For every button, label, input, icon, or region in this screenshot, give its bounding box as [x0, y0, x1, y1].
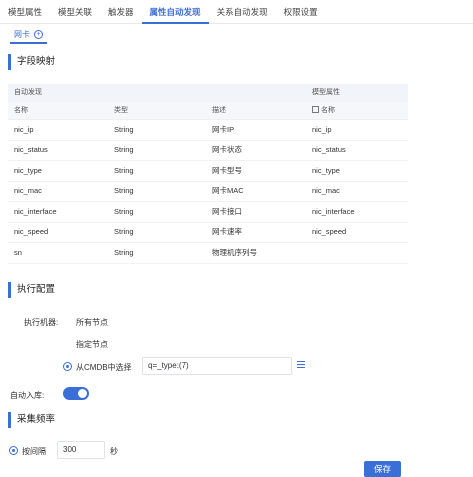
table-row: nic_interface String 网卡接口 nic_interface	[8, 202, 408, 223]
cell-name: nic_speed	[14, 227, 49, 237]
sub-tab-label: 网卡	[14, 29, 30, 39]
cell-type: String	[114, 165, 134, 175]
cell-model-name: nic_interface	[312, 206, 355, 216]
cell-model-name: nic_mac	[312, 186, 340, 196]
tab-model-relations[interactable]: 模型关联	[50, 0, 100, 24]
option-specified-nodes[interactable]: 指定节点	[76, 339, 108, 350]
cell-model-name: nic_ip	[312, 124, 332, 134]
cell-type: String	[114, 247, 134, 257]
tab-permissions[interactable]: 权限设置	[276, 0, 326, 24]
table-header: 名称 类型 描述 名称	[8, 102, 408, 120]
table-row: nic_speed String 网卡速率 nic_speed	[8, 223, 408, 243]
cell-description: 物理机序列号	[212, 247, 257, 257]
edit-icon[interactable]	[312, 106, 319, 113]
option-cmdb-select[interactable]: 从CMDB中选择	[76, 362, 132, 373]
cell-type: String	[114, 206, 134, 216]
plus-circle-icon[interactable]: +	[34, 29, 43, 39]
col-type: 类型	[114, 107, 128, 114]
cell-type: String	[114, 145, 134, 155]
radio-interval[interactable]	[9, 446, 18, 455]
frequency-title: 采集频率	[8, 412, 55, 428]
auto-import-label: 自动入库:	[10, 391, 45, 400]
radio-cmdb-select[interactable]	[63, 362, 72, 371]
tab-relation-auto-discovery[interactable]: 关系自动发现	[209, 0, 276, 24]
cell-description: 网卡型号	[212, 165, 242, 175]
top-tab-bar: 模型属性 模型关联 触发器 属性自动发现 关系自动发现 权限设置	[0, 0, 473, 24]
col-model-name: 名称	[306, 102, 408, 119]
cell-name: nic_ip	[14, 124, 34, 134]
cell-description: 网卡速率	[212, 227, 242, 237]
cell-model-name: nic_status	[312, 145, 346, 155]
cell-name: nic_type	[14, 165, 42, 175]
cell-type: String	[114, 186, 134, 196]
exec-config-title: 执行配置	[8, 282, 55, 298]
cell-description: 网卡MAC	[212, 186, 244, 196]
tab-model-attributes[interactable]: 模型属性	[0, 0, 50, 24]
field-mapping-title: 字段映射	[8, 54, 55, 70]
tab-attribute-auto-discovery[interactable]: 属性自动发现	[141, 0, 209, 24]
table-row: nic_status String 网卡状态 nic_status	[8, 141, 408, 161]
menu-icon[interactable]	[297, 361, 305, 369]
cell-type: String	[114, 227, 134, 237]
group-auto-discovery: 自动发现	[14, 89, 42, 96]
tab-triggers[interactable]: 触发器	[100, 0, 142, 24]
table-row: nic_type String 网卡型号 nic_type	[8, 161, 408, 182]
interval-unit: 秒	[110, 447, 118, 456]
table-row: sn String 物理机序列号	[8, 243, 408, 264]
sub-tab-nic[interactable]: 网卡 +	[10, 28, 47, 44]
save-button[interactable]: 保存	[364, 461, 401, 477]
table-row: nic_mac String 网卡MAC nic_mac	[8, 182, 408, 202]
field-mapping-table: 自动发现 模型属性 名称 类型 描述 名称 nic_ip String 网卡IP ni…	[8, 84, 408, 264]
group-model-attributes: 模型属性	[312, 89, 340, 96]
cell-name: sn	[14, 247, 22, 257]
option-all-nodes[interactable]: 所有节点	[76, 317, 108, 328]
cell-model-name: nic_speed	[312, 227, 347, 237]
cell-model-name: nic_type	[312, 165, 340, 175]
cell-name: nic_status	[14, 145, 48, 155]
col-name: 名称	[14, 107, 28, 114]
col-model-name-label: 名称	[321, 107, 335, 114]
exec-machine-label: 执行机器:	[24, 318, 59, 327]
cell-description: 网卡接口	[212, 206, 242, 216]
table-group-header: 自动发现 模型属性	[8, 84, 408, 102]
cmdb-query-input[interactable]: q=_type:(7)	[142, 357, 292, 375]
interval-input[interactable]: 300	[57, 441, 105, 459]
cell-type: String	[114, 124, 134, 134]
cell-name: nic_mac	[14, 186, 42, 196]
table-row: nic_ip String 网卡IP nic_ip	[8, 120, 408, 141]
cell-description: 网卡状态	[212, 145, 242, 155]
interval-mode-label: 按间隔	[22, 447, 46, 456]
col-description: 描述	[212, 107, 226, 114]
cell-description: 网卡IP	[212, 124, 235, 134]
auto-import-toggle[interactable]	[63, 387, 89, 400]
cell-name: nic_interface	[14, 206, 57, 216]
